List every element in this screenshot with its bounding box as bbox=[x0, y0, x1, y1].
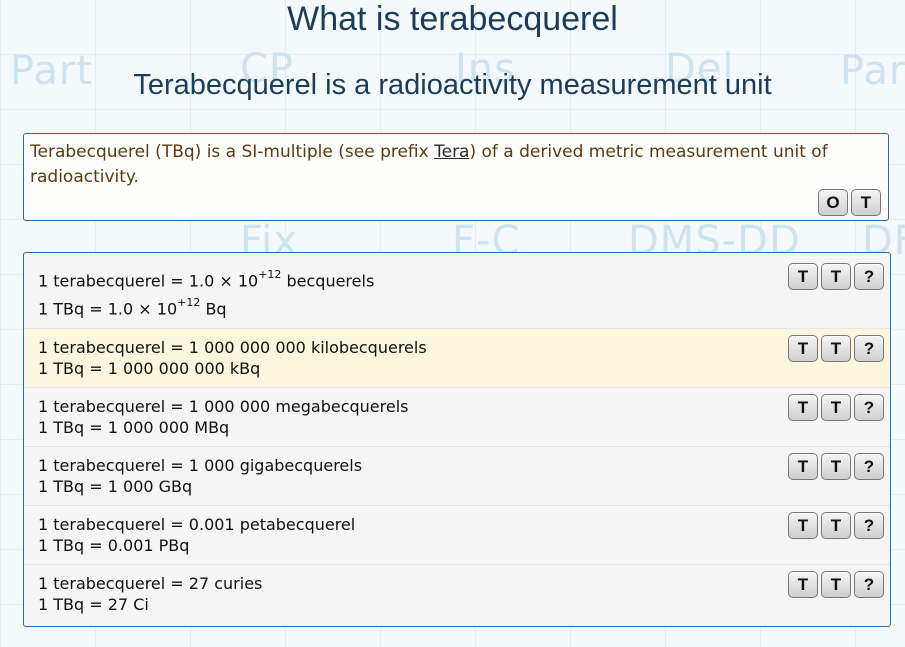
t-button[interactable]: T bbox=[788, 453, 818, 480]
t-button[interactable]: T bbox=[788, 512, 818, 539]
t-button[interactable]: T bbox=[788, 335, 818, 362]
conversion-line-2: 1 TBq = 1 000 GBq bbox=[38, 477, 193, 496]
t-button[interactable]: T bbox=[788, 571, 818, 598]
row-buttons: T T ? bbox=[788, 335, 884, 362]
conversion-row: 1 terabecquerel = 1 000 000 000 kilobecq… bbox=[24, 328, 890, 387]
conversion-line-1: 1 terabecquerel = 1 000 000 000 kilobecq… bbox=[38, 338, 427, 357]
t-button[interactable]: T bbox=[821, 394, 851, 421]
conversion-line-2: 1 TBq = 1.0 × 10+12 Bq bbox=[38, 296, 227, 319]
t-button[interactable]: T bbox=[821, 512, 851, 539]
help-button[interactable]: ? bbox=[854, 571, 884, 598]
description-buttons: O T bbox=[818, 189, 881, 216]
conversion-line-1: 1 terabecquerel = 1 000 gigabecquerels bbox=[38, 456, 363, 475]
conversion-line-2: 1 TBq = 1 000 000 MBq bbox=[38, 418, 230, 437]
help-button[interactable]: ? bbox=[854, 263, 884, 290]
help-button[interactable]: ? bbox=[854, 512, 884, 539]
t-button[interactable]: T bbox=[821, 263, 851, 290]
help-button[interactable]: ? bbox=[854, 394, 884, 421]
description-box: Terabecquerel (TBq) is a SI-multiple (se… bbox=[23, 133, 889, 221]
conversion-row: 1 terabecquerel = 0.001 petabecquerel 1 … bbox=[24, 505, 890, 564]
t-button[interactable]: T bbox=[821, 571, 851, 598]
row-buttons: T T ? bbox=[788, 263, 884, 290]
conversion-row: 1 terabecquerel = 1 000 gigabecquerels 1… bbox=[24, 446, 890, 505]
page-subtitle: Terabecquerel is a radioactivity measure… bbox=[133, 69, 772, 101]
page-title: What is terabecquerel bbox=[287, 0, 618, 38]
conversion-row: 1 terabecquerel = 1 000 000 megabecquere… bbox=[24, 387, 890, 446]
conversion-list: 1 terabecquerel = 1.0 × 10+12 becquerels… bbox=[23, 252, 891, 627]
conversion-line-1: 1 terabecquerel = 0.001 petabecquerel bbox=[38, 515, 356, 534]
help-button[interactable]: ? bbox=[854, 335, 884, 362]
description-text: Terabecquerel (TBq) is a SI-multiple (se… bbox=[30, 140, 882, 190]
row-buttons: T T ? bbox=[788, 512, 884, 539]
t-button[interactable]: T bbox=[788, 263, 818, 290]
t-button[interactable]: T bbox=[851, 189, 881, 216]
conversion-row: 1 terabecquerel = 27 curies 1 TBq = 27 C… bbox=[24, 564, 890, 626]
t-button[interactable]: T bbox=[821, 335, 851, 362]
row-buttons: T T ? bbox=[788, 394, 884, 421]
conversion-line-1: 1 terabecquerel = 1 000 000 megabecquere… bbox=[38, 397, 409, 416]
conversion-line-1: 1 terabecquerel = 1.0 × 10+12 becquerels bbox=[38, 268, 375, 291]
description-text-start: Terabecquerel (TBq) is a SI-multiple (se… bbox=[30, 142, 435, 162]
conversion-line-2: 1 TBq = 0.001 PBq bbox=[38, 536, 190, 555]
t-button[interactable]: T bbox=[821, 453, 851, 480]
conversion-line-2: 1 TBq = 27 Ci bbox=[38, 595, 149, 614]
t-button[interactable]: T bbox=[788, 394, 818, 421]
row-buttons: T T ? bbox=[788, 571, 884, 598]
tera-prefix-link[interactable]: Tera bbox=[434, 142, 469, 162]
help-button[interactable]: ? bbox=[854, 453, 884, 480]
conversion-row: 1 terabecquerel = 1.0 × 10+12 becquerels… bbox=[24, 253, 890, 328]
conversion-line-1: 1 terabecquerel = 27 curies bbox=[38, 574, 263, 593]
o-button[interactable]: O bbox=[818, 189, 848, 216]
conversion-line-2: 1 TBq = 1 000 000 000 kBq bbox=[38, 359, 261, 378]
row-buttons: T T ? bbox=[788, 453, 884, 480]
